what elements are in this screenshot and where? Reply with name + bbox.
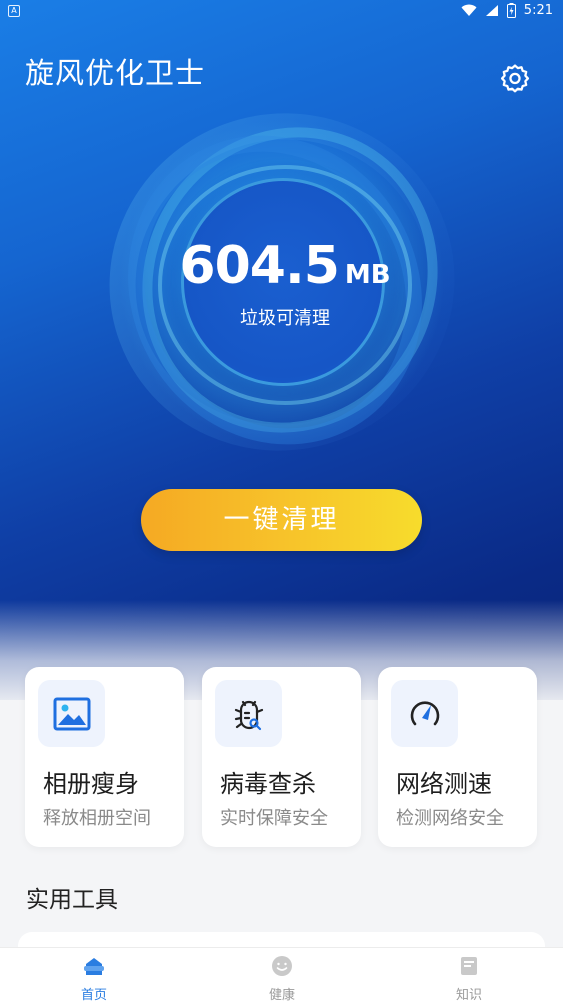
status-bar: A 5:21	[0, 0, 563, 24]
wifi-icon	[461, 4, 477, 16]
feature-title: 网络测速	[396, 770, 492, 798]
feature-card-album[interactable]: 相册瘦身 释放相册空间	[25, 667, 184, 847]
junk-size-value: 604.5	[179, 236, 339, 296]
tools-section-title: 实用工具	[26, 887, 118, 913]
feature-icon-box	[215, 680, 282, 747]
battery-icon	[506, 3, 516, 18]
one-click-clean-button[interactable]: 一键清理	[141, 489, 422, 551]
junk-caption: 垃圾可清理	[240, 308, 330, 329]
feature-card-antivirus[interactable]: 病毒查杀 实时保障安全	[202, 667, 361, 847]
speedometer-icon	[410, 700, 439, 725]
feature-subtitle: 实时保障安全	[220, 808, 328, 829]
junk-size-unit: MB	[344, 260, 391, 290]
junk-size-display: 604.5 MB	[160, 236, 410, 296]
tab-knowledge[interactable]: 知识	[375, 948, 563, 1002]
tab-label: 健康	[268, 988, 295, 1002]
image-icon	[53, 697, 90, 730]
tab-label: 知识	[455, 988, 482, 1002]
smile-icon	[272, 956, 292, 976]
tab-label: 首页	[80, 988, 107, 1002]
feature-subtitle: 释放相册空间	[43, 808, 151, 829]
app-title: 旋风优化卫士	[25, 56, 206, 90]
feature-title: 相册瘦身	[43, 770, 139, 798]
status-time: 5:21	[523, 3, 553, 18]
bug-icon	[234, 700, 263, 730]
tab-home[interactable]: 首页	[0, 948, 188, 1002]
feature-title: 病毒查杀	[220, 770, 316, 798]
feature-icon-box	[38, 680, 105, 747]
gear-icon	[500, 64, 530, 93]
settings-button[interactable]	[498, 62, 534, 98]
status-notification-icon: A	[8, 5, 20, 17]
signal-icon	[485, 5, 498, 16]
bottom-tab-bar: 首页 健康 知识	[0, 947, 563, 1002]
book-icon	[461, 957, 477, 975]
feature-card-speedtest[interactable]: 网络测速 检测网络安全	[378, 667, 537, 847]
tab-health[interactable]: 健康	[188, 948, 376, 1002]
home-icon	[84, 958, 104, 975]
feature-subtitle: 检测网络安全	[396, 808, 504, 829]
feature-icon-box	[391, 680, 458, 747]
